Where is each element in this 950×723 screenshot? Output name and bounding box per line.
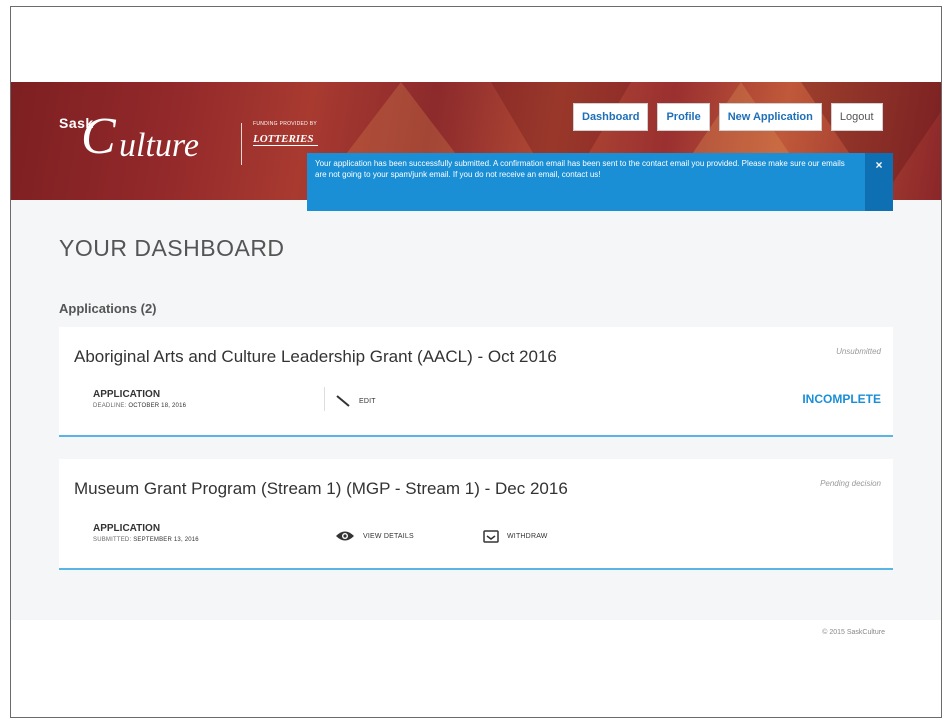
close-icon[interactable]: × [865,153,893,211]
deadline-value: OCTOBER 18, 2016 [128,403,187,409]
top-nav: Dashboard Profile New Application Logout [573,103,883,131]
application-title[interactable]: Aboriginal Arts and Culture Leadership G… [74,347,557,367]
view-details-label: VIEW DETAILS [363,532,414,540]
eye-icon [335,530,355,542]
withdraw-box-icon [483,529,499,543]
edit-button[interactable]: EDIT [335,395,376,407]
application-label: APPLICATION [93,389,161,400]
logout-button[interactable]: Logout [830,103,883,131]
application-card: Aboriginal Arts and Culture Leadership G… [59,327,893,437]
application-label: APPLICATION [93,523,161,534]
submitted-value: SEPTEMBER 13, 2016 [133,537,199,543]
application-status: Pending decision [820,479,881,488]
deadline-prefix: DEADLINE: [93,403,127,409]
lotteries-logo: FUNDING PROVIDED BY LOTTERIES [253,121,318,147]
success-notification: Your application has been successfully s… [307,153,893,211]
application-card: Museum Grant Program (Stream 1) (MGP - S… [59,459,893,570]
edit-label: EDIT [359,397,376,405]
dashboard-button[interactable]: Dashboard [573,103,649,131]
funding-provided-text: FUNDING PROVIDED BY [253,121,318,127]
logo-ulture-text: ulture [119,127,199,164]
logo-c-letter: C [81,108,116,165]
logo-divider [241,123,242,165]
pencil-icon [335,395,351,407]
notification-message: Your application has been successfully s… [315,159,845,179]
withdraw-label: WITHDRAW [507,532,548,540]
application-submitted-date: SUBMITTED: SEPTEMBER 13, 2016 [93,537,199,543]
application-deadline: DEADLINE: OCTOBER 18, 2016 [93,403,186,409]
page-title: YOUR DASHBOARD [59,235,285,261]
application-status: Unsubmitted [836,347,881,356]
applications-heading: Applications (2) [59,301,157,316]
application-title[interactable]: Museum Grant Program (Stream 1) (MGP - S… [74,479,568,499]
screenshot-frame: Sask C ulture FUNDING PROVIDED BY LOTTER… [10,6,942,718]
footer-copyright: © 2015 SaskCulture [822,629,885,636]
status-badge: INCOMPLETE [802,392,881,406]
profile-button[interactable]: Profile [657,103,710,131]
divider [324,387,325,411]
new-application-button[interactable]: New Application [718,103,822,131]
withdraw-button[interactable]: WITHDRAW [483,529,548,543]
view-details-button[interactable]: VIEW DETAILS [335,530,414,542]
lotteries-text: LOTTERIES [253,133,318,146]
submitted-prefix: SUBMITTED: [93,537,132,543]
